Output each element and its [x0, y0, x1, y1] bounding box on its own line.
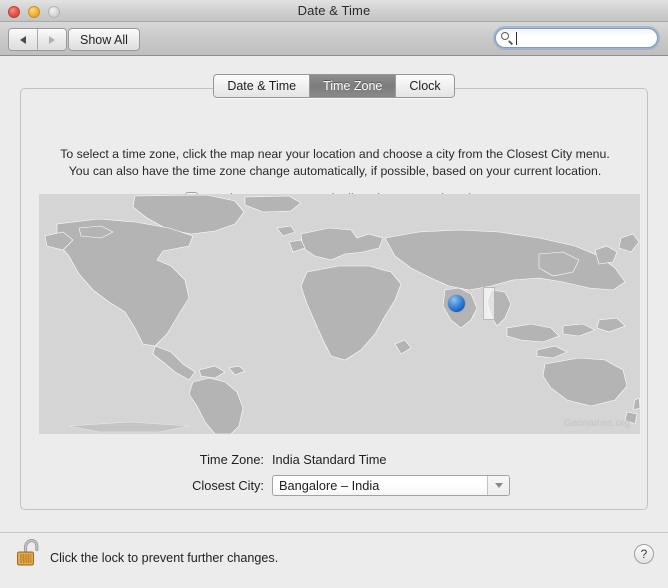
search-focus-ring [493, 26, 660, 50]
time-zone-label: Time Zone: [199, 451, 264, 467]
closest-city-arrow-cell[interactable] [487, 475, 509, 495]
tab-date-and-time[interactable]: Date & Time [214, 75, 310, 97]
tab-time-zone[interactable]: Time Zone [309, 75, 396, 97]
preferences-toolbar: Show All [0, 22, 668, 56]
time-zone-row: Time Zone: India Standard Time [21, 446, 649, 472]
back-button[interactable] [9, 29, 37, 50]
show-all-button[interactable]: Show All [68, 28, 140, 51]
content-area: Date & Time Time Zone Clock To select a … [0, 56, 668, 532]
timezone-fields: Time Zone: India Standard Time Closest C… [21, 446, 649, 498]
time-zone-panel: To select a time zone, click the map nea… [20, 88, 648, 510]
unlocked-padlock-icon[interactable] [16, 538, 42, 568]
triangle-left-icon [20, 35, 26, 44]
tab-bar: Date & Time Time Zone Clock [0, 74, 668, 98]
map-attribution: Geonames.org [563, 418, 630, 429]
window-footer: Click the lock to prevent further change… [0, 532, 668, 588]
text-cursor [516, 31, 517, 45]
closest-city-popup-button[interactable]: Bangalore – India [272, 474, 510, 496]
navigation-buttons [8, 28, 67, 51]
chevron-down-icon [494, 482, 503, 488]
closest-city-row: Closest City: Bangalore – India [21, 472, 649, 498]
tab-clock[interactable]: Clock [395, 75, 454, 97]
window-titlebar: Date & Time [0, 0, 668, 22]
instructions-line-2: You can also have the time zone change a… [68, 164, 602, 178]
world-map-landmass [39, 194, 640, 434]
closest-city-label: Closest City: [192, 477, 264, 493]
search-field[interactable] [495, 28, 658, 48]
search-icon [501, 31, 514, 45]
tab-group: Date & Time Time Zone Clock [213, 74, 455, 98]
timezone-highlight-band [483, 287, 495, 320]
closest-city-value: Bangalore – India [279, 477, 380, 493]
location-pin-marker [448, 295, 465, 312]
instructions-line-1: To select a time zone, click the map nea… [60, 147, 610, 161]
triangle-right-icon [49, 35, 55, 44]
help-button[interactable]: ? [634, 544, 654, 564]
window-title: Date & Time [297, 3, 371, 18]
time-zone-value: India Standard Time [272, 451, 387, 467]
forward-button [37, 29, 66, 50]
padlock-glyph [17, 539, 39, 566]
instructions-block: To select a time zone, click the map nea… [21, 146, 649, 180]
date-and-time-preferences-window: Date & Time Show All Date & Time Time Zo… [0, 0, 668, 588]
lock-hint-text: Click the lock to prevent further change… [50, 551, 279, 565]
world-map[interactable]: Geonames.org [39, 194, 640, 434]
